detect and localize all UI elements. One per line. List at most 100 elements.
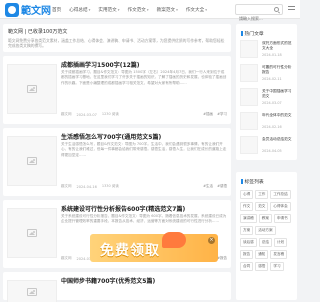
chevron-down-icon: ▾: [176, 7, 178, 12]
nav-item-collection[interactable]: 作文大全▾: [186, 7, 207, 13]
close-icon[interactable]: ×: [208, 237, 215, 244]
sidebar-tag-list: 标签列表 心得 工作 工作总结作文 范文 心得体会演讲稿 教案 申请书方案 活动方案读后感 总结…: [236, 172, 297, 300]
side-article-title[interactable]: 年代全体中的范文: [262, 113, 294, 123]
sidebar-article-item[interactable]: 可靠的可行性分析报告 2024-02-11: [240, 64, 294, 90]
side-article-title[interactable]: 关于中国插画学习范文: [262, 89, 294, 99]
side-thumbnail[interactable]: [240, 88, 258, 106]
article-thumbnail[interactable]: [7, 136, 57, 186]
tag-chip[interactable]: 心得: [240, 190, 254, 199]
side-thumbnail[interactable]: [240, 112, 258, 130]
tag-chip[interactable]: 合同: [240, 262, 254, 271]
side-article-title[interactable]: 双托方面形式的范文大全: [262, 41, 294, 51]
article-title[interactable]: 中国师步书籍700字(优秀范文5篇): [61, 276, 155, 285]
side-article-date: 2024-02-16: [262, 125, 282, 129]
sidebar-article-item[interactable]: 双托方面形式的范文大全 2024-01-18: [240, 40, 294, 66]
article-thumbnail[interactable]: [7, 280, 57, 302]
logo-icon: [5, 2, 19, 17]
sidebar-section-title: 标签列表: [236, 172, 297, 185]
sidebar-section-title: 热门文章: [236, 24, 297, 37]
main-nav: 首页 心得总结▾ 实用范文▾ 作文范文▾ 教案范文▾ 作文大全▾: [52, 0, 215, 19]
site-logo[interactable]: 範文网: [5, 2, 51, 17]
image-placeholder-icon: [27, 157, 37, 165]
image-placeholder-icon: [27, 229, 37, 237]
nav-item-lesson[interactable]: 教案范文▾: [157, 7, 178, 13]
article-tag[interactable]: #插画: [203, 112, 213, 117]
article-author[interactable]: 趣文网: [61, 112, 72, 117]
search-box: [235, 4, 283, 23]
side-article-date: 2024-01-18: [262, 53, 282, 57]
side-article-date: 2024-04-05: [262, 149, 282, 153]
tag-chip[interactable]: 感悟: [255, 262, 269, 271]
tag-chip[interactable]: 范文: [255, 202, 269, 211]
banner-text: 免费领取: [100, 243, 160, 259]
tag-chip[interactable]: 方案: [240, 226, 254, 235]
article-date: 2024-03-07: [76, 112, 97, 117]
chevron-down-icon: ▾: [88, 7, 91, 12]
side-article-date: 2024-02-11: [262, 77, 282, 81]
article-thumbnail[interactable]: [7, 208, 57, 258]
intro-description: 範文网免费分享各类范文素材，涵盖工作总结、心得体会、演讲稿、申请书、活动方案等，…: [8, 38, 225, 48]
nav-item-essay[interactable]: 作文范文▾: [128, 7, 149, 13]
tag-chip[interactable]: 总结: [258, 238, 272, 247]
tag-chip[interactable]: 申请书: [273, 214, 291, 223]
article-tag[interactable]: #生活: [203, 184, 213, 189]
chevron-down-icon: ▾: [146, 7, 149, 12]
tag-chip[interactable]: 发言稿: [270, 250, 288, 259]
intro-title: 範文网 | 已收录100万范文: [8, 29, 68, 35]
article-title[interactable]: 成都插画学习1500字(12篇): [61, 60, 140, 69]
image-placeholder-icon: [27, 287, 37, 296]
promo-banner[interactable]: 免费领取 ×: [90, 232, 218, 262]
article-title[interactable]: 生活感悟怎么写700字(通用范文5篇): [61, 132, 161, 141]
side-thumbnail[interactable]: [240, 40, 258, 58]
tag-chip[interactable]: 读后感: [240, 238, 257, 247]
article-card[interactable]: 中国师步书籍700字(优秀范文5篇): [3, 272, 231, 302]
tag-chip[interactable]: 作文: [240, 202, 254, 211]
article-meta: 趣文网 2024-03-07 1230 阅读 #插画 #学习: [61, 112, 227, 117]
article-author[interactable]: 趣文网: [61, 256, 72, 261]
logo-text: 範文网: [21, 6, 51, 17]
article-meta: 趣文网 2024-04-16 1330 阅读 #生活 #感悟: [61, 184, 227, 189]
side-article-title[interactable]: 会员活动总结范文: [262, 137, 294, 147]
tag-chip[interactable]: 活动方案: [255, 226, 276, 235]
tag-chip[interactable]: 演讲稿: [240, 214, 257, 223]
tag-cloud: 心得 工作 工作总结作文 范文 心得体会演讲稿 教案 申请书方案 活动方案读后感 总结 计划报告通…: [240, 190, 294, 274]
tag-chip[interactable]: 通知: [255, 250, 269, 259]
side-article-title[interactable]: 可靠的可行性分析报告: [262, 65, 294, 75]
side-article-date: 2024-03-07: [262, 101, 282, 105]
article-views: 1330 阅读: [101, 184, 119, 188]
chat-bubble-icon: [162, 232, 186, 248]
sidebar-article-item[interactable]: 年代全体中的范文 2024-02-16: [240, 112, 294, 138]
tag-chip[interactable]: 工作: [255, 190, 269, 199]
article-tag[interactable]: #报告: [217, 256, 227, 261]
article-date: 2024-04-16: [76, 184, 97, 189]
sidebar-article-item[interactable]: 会员活动总结范文 2024-04-05: [240, 136, 294, 162]
search-input[interactable]: [236, 14, 274, 23]
article-card[interactable]: 生活感悟怎么写700字(通用范文5篇) 关于生活感悟怎么写，题目&作文范文：导图…: [3, 128, 231, 196]
article-tag[interactable]: #学习: [217, 112, 227, 117]
article-author[interactable]: 趣文网: [61, 184, 72, 189]
nav-item-practical[interactable]: 实用范文▾: [98, 7, 119, 13]
article-card[interactable]: 成都插画学习1500字(12篇) 关于成都插画学习，题目&作文范文：导图为 15…: [3, 56, 231, 124]
side-thumbnail[interactable]: [240, 64, 258, 82]
tag-chip[interactable]: 报告: [240, 250, 254, 259]
article-tag[interactable]: #感悟: [217, 184, 227, 189]
top-navigation-bar: 範文网 首页 心得总结▾ 实用范文▾ 作文范文▾ 教案范文▾ 作文大全▾: [0, 0, 300, 23]
chevron-down-icon: ▾: [205, 7, 207, 12]
nav-item-summary[interactable]: 心得总结▾: [69, 7, 90, 13]
tag-chip[interactable]: 教案: [258, 214, 272, 223]
tag-chip[interactable]: 工作总结: [270, 190, 291, 199]
tag-chip[interactable]: 计划: [273, 238, 288, 247]
article-summary: 关于成都插画学习，题目&作文范文：导图为 1500字（左右）2024年4月7日，…: [61, 70, 227, 85]
search-icon[interactable]: [274, 7, 279, 12]
tag-chip[interactable]: 心得体会: [270, 202, 291, 211]
sidebar-article-item[interactable]: 关于中国插画学习范文 2024-03-07: [240, 88, 294, 114]
tag-chip[interactable]: 学习: [270, 262, 284, 271]
image-placeholder-icon: [27, 85, 37, 93]
article-thumbnail[interactable]: [7, 64, 57, 114]
nav-item-home[interactable]: 首页: [52, 7, 61, 13]
article-title[interactable]: 系统建设可行性分析报告600字(精选范文7篇): [61, 204, 185, 213]
article-views: 1230 阅读: [101, 112, 119, 116]
site-intro: 範文网 | 已收录100万范文 範文网免费分享各类范文素材，涵盖工作总结、心得体…: [3, 24, 231, 52]
menu-icon[interactable]: [288, 6, 295, 13]
side-thumbnail[interactable]: [240, 136, 258, 154]
